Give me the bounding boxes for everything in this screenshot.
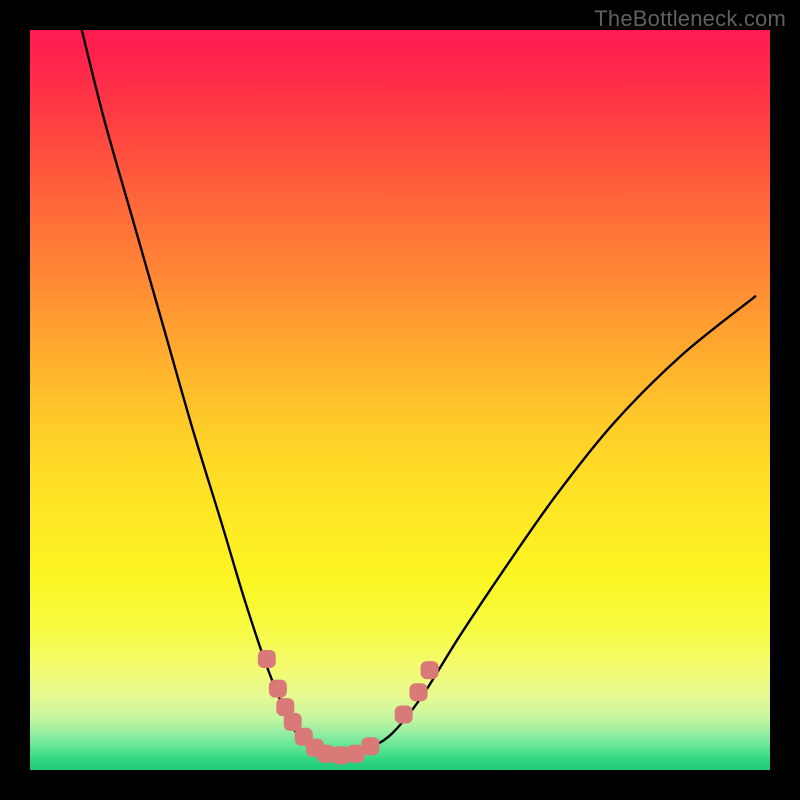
curve-marker [361,737,379,755]
bottleneck-curve [82,30,755,756]
curve-marker [269,680,287,698]
curve-marker [395,706,413,724]
curve-marker [258,650,276,668]
curve-marker [410,683,428,701]
curve-svg [30,30,770,770]
attribution-text: TheBottleneck.com [594,6,786,32]
chart-stage: TheBottleneck.com [0,0,800,800]
curve-marker [421,661,439,679]
plot-area [30,30,770,770]
curve-markers [258,650,439,764]
